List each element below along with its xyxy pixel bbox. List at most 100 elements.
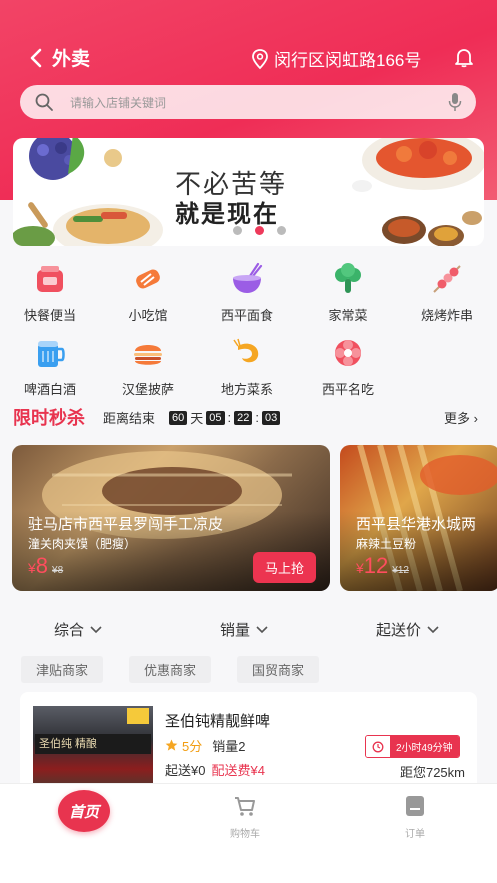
burger-icon <box>134 345 162 365</box>
countdown-timer: 60 天 05 : 22 : 03 <box>169 408 281 427</box>
countdown-seconds: 03 <box>262 410 281 425</box>
filter-tag[interactable]: 国贸商家 <box>237 656 320 683</box>
delivery-time-badge: 2小时49分钟 <box>365 735 460 758</box>
countdown-days: 60 <box>169 410 188 425</box>
more-link[interactable]: 更多 › <box>444 408 478 427</box>
more-label: 更多 <box>444 411 471 426</box>
countdown-days-unit: 天 <box>190 411 204 426</box>
sort-sales[interactable]: 销量 <box>220 619 268 640</box>
broccoli-icon <box>335 263 361 293</box>
tab-home-label: 首页 <box>68 803 99 821</box>
category-drinks[interactable]: 啤酒白酒 <box>10 336 90 398</box>
shrimp-icon <box>233 338 259 363</box>
sort-label: 综合 <box>54 622 85 639</box>
promo-banner[interactable]: 不必苦等 就是现在 <box>13 138 484 246</box>
tab-label: 订单 <box>405 829 425 840</box>
category-label: 烧烤炸串 <box>420 308 473 323</box>
category-label: 小吃馆 <box>128 308 168 323</box>
category-label: 西平名吃 <box>321 382 374 397</box>
deal-currency: ¥ <box>28 560 36 576</box>
page-title: 外卖 <box>52 49 91 70</box>
filter-tags: 津贴商家 优惠商家 国贸商家 <box>21 656 320 683</box>
countdown-hours: 05 <box>206 410 225 425</box>
category-label: 地方菜系 <box>220 382 273 397</box>
flash-sale-title: 限时秒杀 <box>13 408 85 428</box>
store-photo: 圣伯纯 精酿 <box>33 706 153 790</box>
countdown-label: 距离结束 <box>103 411 156 426</box>
search-input[interactable]: 请输入店铺关键词 <box>70 94 448 111</box>
chevron-right-icon: › <box>473 411 478 426</box>
sort-min-delivery[interactable]: 起送价 <box>376 619 439 640</box>
banner-dot[interactable] <box>233 226 242 235</box>
deal-item-name: 潼关肉夹馍（肥瘦） <box>28 537 137 551</box>
deal-price-value: 8 <box>35 553 49 578</box>
filter-tag[interactable]: 津贴商家 <box>21 656 104 683</box>
category-bbq[interactable]: 烧烤炸串 <box>407 262 487 324</box>
store-name: 圣伯钝精靓鲜啤 <box>165 713 271 730</box>
deal-price: ¥8 ¥8 <box>28 553 63 579</box>
chevron-down-icon <box>427 625 439 633</box>
category-local-specialty[interactable]: 西平名吃 <box>308 336 388 398</box>
deal-store-name: 西平县华港水城两 <box>356 516 477 533</box>
store-fees: 起送¥0 配送费¥4 <box>165 760 265 779</box>
countdown-minutes: 22 <box>234 410 253 425</box>
chevron-down-icon <box>90 625 102 633</box>
search-bar[interactable]: 请输入店铺关键词 <box>20 85 476 119</box>
beer-icon <box>38 341 65 367</box>
chevron-down-icon <box>256 625 268 633</box>
snack-icon <box>136 269 160 289</box>
min-order: 起送¥0 <box>165 763 206 778</box>
banner-dot[interactable] <box>277 226 286 235</box>
flower-icon <box>335 340 361 366</box>
banner-dot-active[interactable] <box>255 226 264 235</box>
sort-comprehensive[interactable]: 综合 <box>54 619 102 640</box>
category-burger[interactable]: 汉堡披萨 <box>108 336 188 398</box>
category-noodles[interactable]: 西平面食 <box>207 262 287 324</box>
store-card[interactable]: 圣伯纯 精酿 圣伯钝精靓鲜啤 5分 销量2 起送¥0 配送费¥4 2小时49分钟 … <box>20 692 477 792</box>
tab-label: 购物车 <box>230 829 260 840</box>
category-bento[interactable]: 快餐便当 <box>10 262 90 324</box>
location-pin-icon <box>252 48 268 69</box>
filter-tag[interactable]: 优惠商家 <box>129 656 212 683</box>
category-home-cooking[interactable]: 家常菜 <box>308 262 388 324</box>
delivery-time: 2小时49分钟 <box>390 736 459 757</box>
category-label: 家常菜 <box>328 308 368 323</box>
tab-cart[interactable]: 购物车 <box>200 794 290 840</box>
store-sign: 圣伯纯 精酿 <box>35 734 151 754</box>
tab-home[interactable]: 首页 <box>58 790 110 832</box>
grab-now-button[interactable]: 马上抢 <box>252 552 316 583</box>
clock-icon <box>366 736 390 757</box>
store-distance: 距您725km <box>399 765 465 780</box>
chevron-left-icon <box>30 48 42 67</box>
location-text: 闵行区闵虹路166号 <box>274 51 422 70</box>
sales-count: 销量2 <box>212 739 246 754</box>
skewer-icon <box>433 265 461 293</box>
store-rating: 5分 销量2 <box>165 736 245 755</box>
category-label: 啤酒白酒 <box>23 382 76 397</box>
deal-price-value: 12 <box>363 553 389 578</box>
category-snack[interactable]: 小吃馆 <box>108 262 188 324</box>
location-selector[interactable]: 闵行区闵虹路166号 <box>250 46 421 71</box>
deal-store-name: 驻马店市西平县罗闯手工凉皮 <box>28 516 224 533</box>
microphone-icon[interactable] <box>448 92 462 112</box>
banner-subheadline: 就是现在 <box>175 201 279 228</box>
flash-sale-header: 限时秒杀 距离结束 60 天 05 : 22 : 03 更多 › <box>13 404 484 430</box>
category-regional[interactable]: 地方菜系 <box>207 336 287 398</box>
cart-icon <box>235 797 255 816</box>
deal-old-price: ¥12 <box>392 565 409 576</box>
orders-icon <box>406 796 424 816</box>
sort-bar: 综合 销量 起送价 <box>0 617 497 641</box>
bell-icon[interactable] <box>453 46 475 68</box>
back-button[interactable]: 外卖 <box>28 44 90 71</box>
deal-card[interactable]: 驻马店市西平县罗闯手工凉皮 潼关肉夹馍（肥瘦） ¥8 ¥8 马上抢 <box>12 445 330 591</box>
deal-price: ¥12 ¥12 <box>356 553 409 579</box>
top-bar: 外卖 闵行区闵虹路166号 <box>0 40 497 76</box>
deal-currency: ¥ <box>356 560 364 576</box>
category-label: 西平面食 <box>220 308 273 323</box>
deal-card[interactable]: 西平县华港水城两 麻辣土豆粉 ¥12 ¥12 <box>340 445 497 591</box>
sort-label: 起送价 <box>376 622 422 639</box>
star-icon <box>165 739 178 751</box>
rating-score: 5分 <box>182 739 203 754</box>
delivery-fee: 配送费¥4 <box>211 763 265 778</box>
tab-orders[interactable]: 订单 <box>370 794 460 840</box>
